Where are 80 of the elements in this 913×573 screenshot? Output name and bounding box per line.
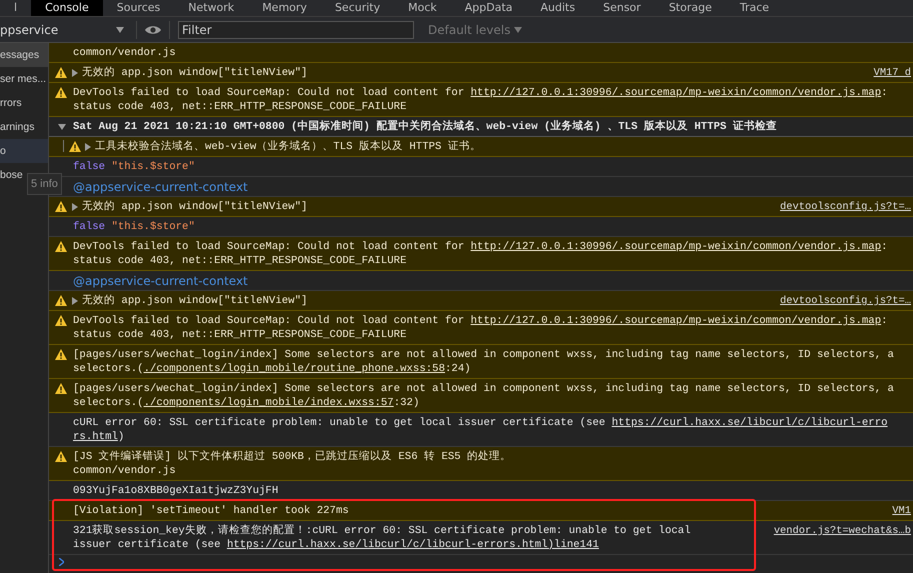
source-link[interactable]: devtoolsconfig.js?t=…	[772, 294, 913, 308]
warning-icon	[55, 349, 67, 360]
link[interactable]: http://127.0.0.1:30996/.sourcemap/mp-weixin/common/vendor.js.map	[470, 241, 882, 253]
link[interactable]: http://127.0.0.1:30996/.sourcemap/mp-weixin/common/vendor.js.map	[470, 315, 882, 327]
sidebar-item[interactable]: rrors	[0, 91, 48, 115]
link[interactable]: https://curl.haxx.se/libcurl/c/libcurl-errors.html)line141	[226, 539, 599, 551]
panel-tab[interactable]: AppData	[450, 0, 527, 16]
expand-triangle-icon[interactable]	[72, 203, 78, 211]
panel-tab[interactable]: Network	[174, 0, 248, 16]
message-text: status code 403, net::ERR_HTTP_RESPONSE_CODE_FAILURE	[73, 100, 408, 114]
warning-icon	[55, 383, 67, 394]
warning-icon	[69, 141, 81, 152]
warning-icon	[55, 241, 67, 252]
expand-triangle-icon[interactable]	[72, 297, 78, 305]
expand-triangle-icon[interactable]	[85, 143, 91, 151]
warning-icon	[55, 451, 67, 462]
message-text: @appservice-current-context	[73, 180, 249, 194]
message-text: @appservice-current-context	[73, 274, 249, 288]
warning-icon	[55, 67, 67, 78]
message-text: 工具未校验合法域名、web-view（业务域名）、TLS 版本以及 HTTPS 证书。	[95, 140, 482, 154]
panel-tab[interactable]: Console	[31, 0, 103, 16]
message-text: [pages/users/wechat_login/index] Some selectors are not allowed in component wxss, including tag name selectors, ID selectors, a	[73, 348, 895, 362]
message-text: 无效的 app.json window["titleNView"]	[82, 200, 308, 214]
expand-triangle-icon[interactable]	[72, 69, 78, 77]
panel-tab[interactable]: l	[0, 0, 32, 16]
sidebar-item[interactable]: o	[0, 139, 48, 163]
filter-field[interactable]: Filter	[178, 20, 414, 38]
message-text: 无效的 app.json window["titleNView"]	[82, 294, 308, 308]
message-text: DevTools failed to load SourceMap: Could not load content for http://127.0.0.1:30996/.sourcemap/mp-weixin/common/vendor.js.map:	[73, 314, 889, 328]
panel-tab[interactable]: Sources	[102, 0, 174, 16]
message-text: common/vendor.js	[73, 46, 177, 60]
message-text: 321获取session_key失败，请检查您的配置！:cURL error 60: SSL certificate problem: unable to get local	[73, 524, 692, 538]
message-text: selectors.(./components/login_mobile/routine_phone.wxss:58:24)	[73, 362, 472, 376]
sidebar-item[interactable]: arnings	[0, 115, 48, 139]
source-link[interactable]: VM1	[884, 504, 913, 518]
source-link[interactable]: VM17 d	[866, 66, 913, 80]
panel-tab[interactable]: Mock	[394, 0, 451, 16]
warning-icon	[55, 201, 67, 212]
caret-icon	[116, 26, 124, 32]
message-text: cURL error 60: SSL certificate problem: unable to get local issuer certificate (see https://curl.haxx.se/libcurl/c/libcurl-erro	[73, 416, 889, 430]
message-text: common/vendor.js	[73, 464, 177, 478]
panel-tab[interactable]: Sensor	[589, 0, 655, 16]
message-text: false "this.$store"	[73, 220, 196, 234]
message-text: [Violation] 'setTimeout' handler took 227ms	[73, 504, 350, 518]
message-text: status code 403, net::ERR_HTTP_RESPONSE_CODE_FAILURE	[73, 328, 408, 342]
message-text: rs.html)	[73, 430, 126, 444]
link[interactable]: https://curl.haxx.se/libcurl/c/libcurl-erro	[612, 417, 888, 429]
panel-tab[interactable]: Security	[320, 0, 394, 16]
link[interactable]: rs.html	[73, 431, 118, 443]
message-text: issuer certificate (see https://curl.haxx.se/libcurl/c/libcurl-errors.html)line141	[73, 538, 600, 552]
panel-tab[interactable]: Trace	[726, 0, 784, 16]
tooltip: 5 info	[27, 173, 62, 195]
message-text: status code 403, net::ERR_HTTP_RESPONSE_CODE_FAILURE	[73, 254, 408, 268]
link[interactable]: ./components/login_mobile/routine_phone.wxss:58	[144, 363, 445, 375]
warning-icon	[55, 295, 67, 306]
message-text: DevTools failed to load SourceMap: Could not load content for http://127.0.0.1:30996/.sourcemap/mp-weixin/common/vendor.js.map:	[73, 86, 889, 100]
sidebar-item[interactable]: ser mes...	[0, 67, 48, 91]
message-text: selectors.(./components/login_mobile/index.wxss:57:32)	[73, 396, 420, 410]
link[interactable]: ./components/login_mobile/index.wxss:57	[144, 397, 394, 409]
warning-icon	[55, 87, 67, 98]
context-select[interactable]: ppservice	[0, 22, 128, 36]
collapse-triangle-icon[interactable]	[58, 124, 66, 130]
message-text: Sat Aug 21 2021 10:21:10 GMT+0800 (中国标准时间) 配置中关闭合法域名、web-view (业务域名) 、TLS 版本以及 HTTPS 证书检查	[73, 120, 778, 134]
source-link[interactable]: vendor.js?t=wechat&s…b	[766, 524, 913, 538]
message-text: [JS 文件编译错误] 以下文件体积超过 500KB，已跳过压缩以及 ES6 转 ES5 的处理。	[73, 450, 512, 464]
panel-tab[interactable]: Memory	[248, 0, 321, 16]
prompt-chevron-icon	[59, 558, 64, 566]
sidebar-item[interactable]: essages	[0, 43, 48, 67]
message-text: 093YujFa1o8XBB0geXIa1tjwzZ3YujFH	[73, 484, 280, 498]
source-link[interactable]: devtoolsconfig.js?t=…	[772, 200, 913, 214]
link[interactable]: http://127.0.0.1:30996/.sourcemap/mp-weixin/common/vendor.js.map	[470, 87, 882, 99]
message-text: 无效的 app.json window["titleNView"]	[82, 66, 308, 80]
warning-icon	[55, 315, 67, 326]
eye-icon[interactable]	[145, 24, 161, 34]
message-text: [pages/users/wechat_login/index] Some selectors are not allowed in component wxss, including tag name selectors, ID selectors, a	[73, 382, 895, 396]
caret-icon	[514, 26, 522, 32]
panel-tab[interactable]: Audits	[526, 0, 590, 16]
message-text: false "this.$store"	[73, 160, 196, 174]
panel-tab[interactable]: Storage	[654, 0, 726, 16]
message-text: DevTools failed to load SourceMap: Could not load content for http://127.0.0.1:30996/.sourcemap/mp-weixin/common/vendor.js.map:	[73, 240, 889, 254]
